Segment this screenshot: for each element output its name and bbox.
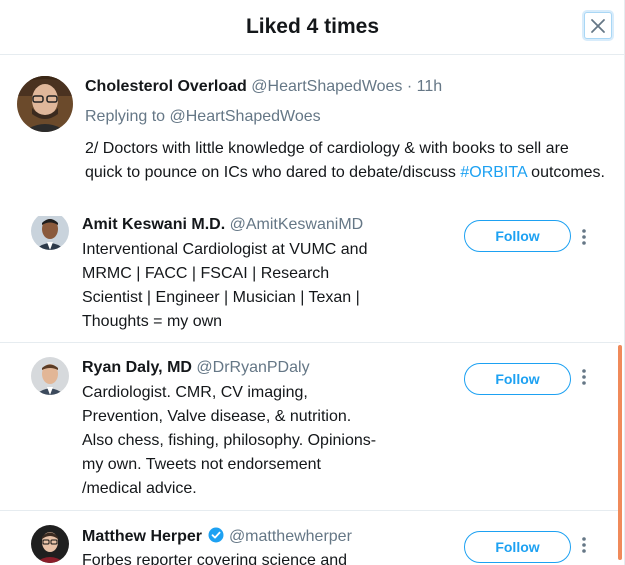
more-options-icon[interactable] [578,367,590,387]
scrollbar[interactable] [618,345,622,560]
bio-line: Thoughts = my own [82,313,223,330]
user-name[interactable]: Matthew Herper [82,528,202,545]
bio-line: MRMC | FACC | FSCAI | Research [82,265,330,282]
user-name[interactable]: Amit Keswani M.D. [82,216,225,233]
close-button[interactable] [584,12,612,39]
bio-line: my own. Tweets not endorsement [82,456,321,473]
follow-button[interactable]: Follow [464,220,571,252]
list-item: Matthew Herper @matthewherper Follow For… [0,511,620,565]
user-handle[interactable]: @DrRyanPDaly [196,359,309,376]
follow-button[interactable]: Follow [464,363,571,395]
user-name-line: Amit Keswani M.D. @AmitKeswaniMD [82,216,363,234]
bio-line: Interventional Cardiologist at VUMC and [82,241,368,258]
likes-modal: Liked 4 times Cholesterol Overload @Hear… [0,0,625,565]
user-bio: Forbes reporter covering science and [82,549,347,565]
bio-line: /medical advice. [82,480,197,497]
avatar[interactable] [31,216,69,250]
verified-badge-icon [208,527,224,543]
follow-button[interactable]: Follow [464,531,571,563]
avatar[interactable] [31,357,69,395]
bio-line: Also chess, fishing, philosophy. Opinion… [82,432,377,449]
close-icon [591,18,605,33]
separator: · [406,78,413,95]
likers-list: Amit Keswani M.D. @AmitKeswaniMD Follow … [0,216,624,565]
avatar[interactable] [17,76,73,132]
tweet-author-handle[interactable]: @HeartShapedWoes [251,78,402,95]
tweet-author-line: Cholesterol Overload @HeartShapedWoes · … [85,78,442,96]
more-options-icon[interactable] [578,535,590,555]
user-handle[interactable]: @AmitKeswaniMD [230,216,364,233]
user-bio: Cardiologist. CMR, CV imaging, Preventio… [82,381,376,501]
user-name-line: Ryan Daly, MD @DrRyanPDaly [82,359,310,377]
hashtag-link[interactable]: #ORBITA [460,164,526,181]
user-bio: Interventional Cardiologist at VUMC and … [82,238,367,334]
liked-tweet: Cholesterol Overload @HeartShapedWoes · … [0,56,624,216]
bio-line: Prevention, Valve disease, & nutrition. [82,408,352,425]
tweet-timestamp[interactable]: 11h [417,78,443,95]
tweet-author-name[interactable]: Cholesterol Overload [85,78,247,95]
reply-prefix: Replying to [85,108,166,125]
user-handle[interactable]: @matthewherper [229,528,352,545]
avatar[interactable] [31,525,69,563]
reply-context: Replying to @HeartShapedWoes [85,108,321,126]
more-options-icon[interactable] [578,227,590,247]
bio-line: Cardiologist. CMR, CV imaging, [82,384,308,401]
tweet-text: 2/ Doctors with little knowledge of card… [85,137,605,185]
bio-line: Forbes reporter covering science and [82,552,348,565]
reply-mention-link[interactable]: @HeartShapedWoes [170,108,321,125]
list-item: Ryan Daly, MD @DrRyanPDaly Follow Cardio… [0,343,620,511]
bio-line: Scientist | Engineer | Musician | Texan … [82,289,360,306]
tweet-text-part2: outcomes. [526,164,605,181]
user-name-line: Matthew Herper @matthewherper [82,527,352,546]
list-item: Amit Keswani M.D. @AmitKeswaniMD Follow … [0,216,620,343]
modal-title: Liked 4 times [245,15,380,38]
user-name[interactable]: Ryan Daly, MD [82,359,192,376]
modal-header: Liked 4 times [0,0,624,55]
